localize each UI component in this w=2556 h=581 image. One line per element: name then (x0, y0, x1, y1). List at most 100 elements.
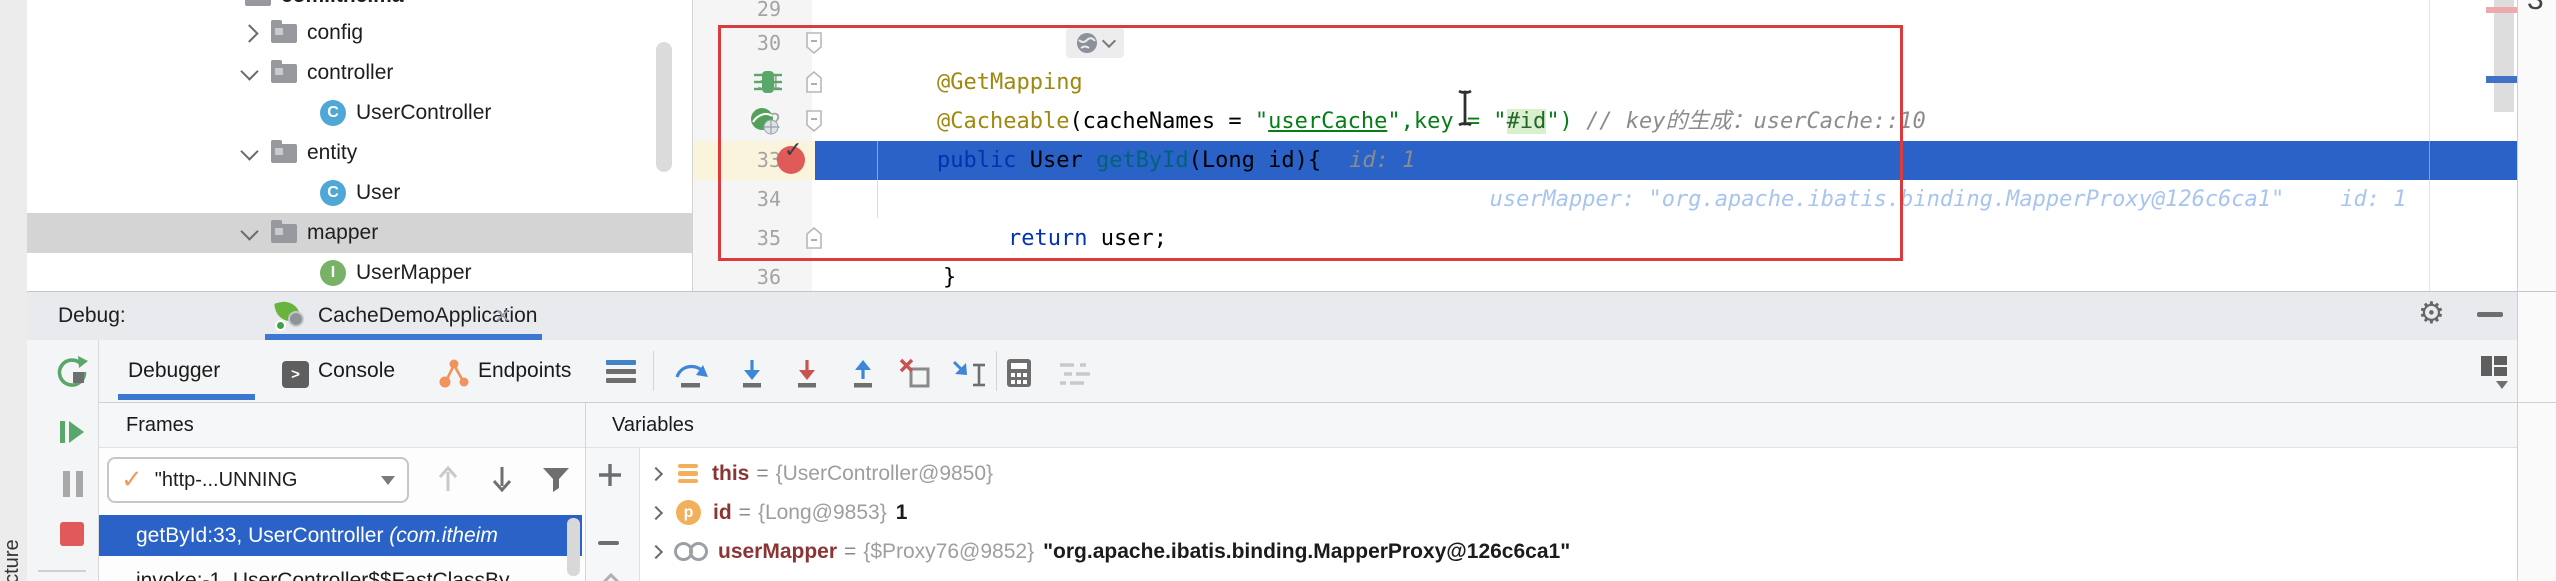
dropdown-arrow-icon (381, 475, 395, 485)
drop-frame-button[interactable] (898, 357, 936, 396)
variable-name: this (712, 461, 750, 485)
evaluate-expression-button[interactable] (1004, 357, 1034, 394)
variable-name: id (713, 500, 732, 524)
gear-icon[interactable]: ⚙ (2418, 296, 2445, 332)
debugger-tab-underline (118, 394, 255, 400)
tree-item-label: UserController (356, 101, 492, 124)
variable-row-usermapper[interactable]: userMapper = {$Proxy76@9852} "org.apache… (640, 532, 1570, 571)
chevron-down-icon (239, 61, 259, 81)
scroll-up-partial-icon[interactable] (601, 572, 621, 581)
add-watch-button[interactable] (597, 462, 623, 493)
frames-scrollbar[interactable] (567, 518, 580, 576)
proxy-object-icon (674, 542, 708, 561)
project-tree-panel: com.itheima config controller C UserCont… (27, 0, 693, 291)
class-icon: C (320, 100, 346, 126)
parameter-icon: p (676, 500, 701, 525)
stop-button[interactable] (60, 522, 84, 546)
thread-dropdown-value: "http-...UNNING (154, 468, 298, 491)
chevron-right-icon (239, 23, 259, 43)
variable-tostring-value: "org.apache.ibatis.binding.MapperProxy@1… (1043, 539, 1571, 563)
filter-icon[interactable] (541, 466, 571, 499)
thread-dropdown[interactable]: ✓ "http-...UNNING (107, 457, 409, 503)
class-icon: C (320, 180, 346, 206)
toolbar-separator (996, 351, 997, 391)
ide-window: Structure com.itheima config controller … (0, 0, 2556, 581)
clipped-glyph: 3 (2527, 0, 2544, 17)
equals-sign: = (738, 500, 751, 524)
console-icon: > (282, 361, 309, 388)
structure-toolwindow-button[interactable]: Structure (1, 510, 25, 581)
content-header-row (99, 403, 2517, 448)
debug-toolbar-row (27, 340, 2517, 403)
minimize-icon[interactable] (2477, 312, 2503, 317)
run-to-cursor-button[interactable] (950, 358, 988, 395)
tab-console[interactable]: Console (318, 340, 395, 402)
code-token: } (942, 265, 957, 290)
rerun-button[interactable] (55, 354, 89, 393)
close-icon[interactable]: × (495, 292, 510, 340)
folder-icon (271, 219, 297, 243)
debug-panel-title: Debug: (58, 304, 126, 327)
frame-row-selected[interactable]: getById:33, UserController (com.itheim (99, 515, 582, 556)
error-stripe-warning-mark[interactable] (2486, 7, 2518, 13)
frame-location: invoke:-1, UserController$$FastClassBy (136, 569, 510, 581)
dropdown-arrow-icon (2496, 381, 2508, 389)
tree-scrollbar[interactable] (656, 42, 672, 172)
toolbar-separator (653, 351, 654, 391)
chevron-down-icon (239, 141, 259, 161)
stream-debugger-button-disabled (1058, 362, 1094, 393)
resume-button[interactable] (56, 417, 86, 452)
tree-item-user[interactable]: C User (320, 173, 690, 213)
layout-settings-icon[interactable] (606, 360, 636, 383)
text-cursor-pointer (1456, 88, 1474, 133)
variable-name: userMapper (718, 539, 838, 563)
step-into-button[interactable] (735, 358, 769, 395)
variables-panel-title: Variables (612, 414, 694, 436)
remove-watch-button[interactable] (598, 541, 619, 545)
tree-item-label: mapper (307, 221, 379, 244)
left-toolbar-divider (38, 570, 86, 572)
inline-debugger-value: id: 1 (2340, 187, 2407, 212)
frame-down-button[interactable] (490, 464, 514, 499)
step-over-button[interactable] (673, 358, 709, 395)
tree-item-label: com.itheima (281, 0, 404, 8)
editor-scrollbar[interactable] (2494, 0, 2514, 112)
layout-editor-button[interactable] (2480, 355, 2508, 389)
tab-debugger[interactable]: Debugger (128, 340, 220, 402)
tree-item-entity[interactable]: entity (237, 133, 687, 173)
tree-item-usermapper[interactable]: I UserMapper (320, 253, 690, 291)
step-out-button[interactable] (846, 358, 880, 395)
variable-value: {$Proxy76@9852} (863, 539, 1035, 563)
tree-item-config[interactable]: config (237, 13, 687, 53)
folder-icon (271, 59, 297, 83)
red-annotation-rectangle (718, 25, 1903, 261)
frame-package: (com.itheim (389, 524, 498, 547)
this-object-icon (678, 463, 698, 484)
thread-status-check-icon: ✓ (121, 465, 143, 495)
chevron-right-icon (648, 544, 664, 559)
pause-button[interactable] (60, 469, 86, 504)
frame-location: getById:33, UserController (136, 524, 390, 547)
tree-item-label: User (356, 181, 401, 204)
variable-value: {UserController@9850} (775, 461, 994, 485)
force-step-into-button[interactable] (790, 358, 824, 395)
frames-panel-title: Frames (126, 414, 194, 436)
variable-row-this[interactable]: this = {UserController@9850} (640, 454, 993, 493)
tab-endpoints[interactable]: Endpoints (478, 340, 571, 402)
folder-icon (271, 139, 297, 163)
tree-item-label: config (307, 21, 364, 44)
tool-window-strip (0, 0, 28, 581)
variable-row-id[interactable]: p id = {Long@9853} 1 (640, 493, 907, 532)
tree-item-label: entity (307, 141, 358, 164)
tree-item-mapper[interactable]: mapper (237, 213, 687, 253)
error-stripe-caret-mark[interactable] (2486, 76, 2518, 83)
structure-label: Structure (1, 539, 23, 581)
equals-sign: = (756, 461, 769, 485)
tree-item-label: UserMapper (356, 261, 472, 284)
tree-item-usercontroller[interactable]: C UserController (320, 93, 690, 133)
tree-item-controller[interactable]: controller (237, 53, 687, 93)
variable-primitive-value: 1 (895, 500, 908, 524)
frame-row[interactable]: invoke:-1, UserController$$FastClassBy (136, 565, 509, 581)
folder-icon (245, 0, 271, 6)
variable-value: {Long@9853} (757, 500, 887, 524)
